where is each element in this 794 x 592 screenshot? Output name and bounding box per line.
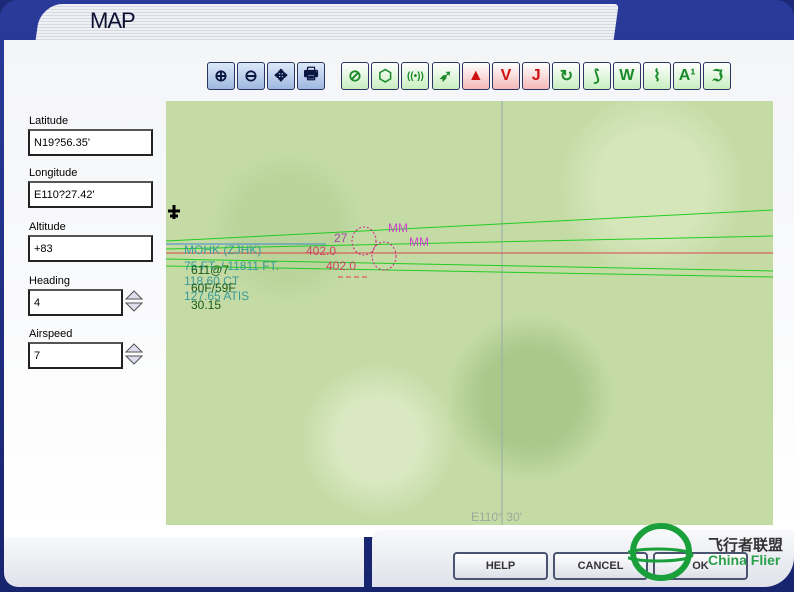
jet-airways-icon: J: [531, 67, 541, 84]
runway-label: 27: [334, 231, 348, 245]
print-button[interactable]: 🖶: [297, 62, 325, 90]
weather-icon: W: [619, 67, 635, 84]
weather-layer-button[interactable]: W: [612, 62, 641, 90]
bottom-left-panel: [4, 537, 364, 587]
route-icon: ⟆: [593, 68, 600, 85]
watermark-en: China Flier: [708, 552, 781, 568]
ils-frequency-1: 402.0: [306, 244, 337, 258]
middle-marker-2: MM: [409, 235, 429, 249]
heading-field[interactable]: 4: [28, 289, 123, 316]
window-title: MAP: [90, 8, 136, 33]
aircraft-icon: [168, 205, 180, 219]
airport-icon: ⊘: [348, 68, 362, 85]
help-button[interactable]: HELP: [453, 552, 548, 580]
holding-icon: ↻: [559, 68, 574, 85]
airport-layer-button[interactable]: ⊘: [341, 62, 369, 90]
obstacle-icon: ▲: [467, 67, 484, 84]
airport-name[interactable]: MOHK (ZJHK): [184, 243, 261, 257]
ndb-icon: ⬡: [378, 68, 393, 85]
approaches-icon: ℑ: [711, 68, 723, 85]
print-icon: 🖶: [303, 65, 319, 83]
center-icon: ✥: [274, 68, 288, 85]
airspeed-field[interactable]: 7: [28, 342, 123, 369]
watermark-logo: 飞行者联盟 China Flier: [628, 522, 794, 582]
flight-plan-icon: ➶: [438, 68, 453, 85]
zoom-out-icon: ⊖: [244, 68, 258, 85]
victor-airways-layer-button[interactable]: V: [492, 62, 520, 90]
vor-layer-button[interactable]: ((•)): [401, 62, 430, 90]
obstacle-layer-button[interactable]: ▲: [461, 62, 490, 90]
altitude-layer-button[interactable]: A¹: [673, 62, 702, 90]
map-overlay: [166, 101, 773, 525]
altitude-label: Altitude: [29, 221, 66, 233]
zoom-in-button[interactable]: ⊕: [207, 62, 235, 90]
zoom-out-button[interactable]: ⊖: [237, 62, 265, 90]
ils-frequency-2: 402.0: [326, 259, 357, 273]
route-layer-button[interactable]: ⟆: [582, 62, 611, 90]
heading-label: Heading: [29, 275, 70, 287]
meridian-label: E110° 30': [471, 510, 522, 524]
airspeed-label: Airspeed: [29, 328, 73, 340]
latitude-label: Latitude: [29, 115, 69, 127]
watermark-icon: [628, 523, 694, 581]
jet-airways-layer-button[interactable]: J: [522, 62, 551, 90]
altitude-icon: A¹: [678, 67, 696, 84]
vor-icon: ((•)): [406, 70, 424, 82]
ndb-layer-button[interactable]: ⬡: [371, 62, 400, 90]
terrain-icon: ⌇: [653, 68, 661, 85]
runway-line: [166, 209, 773, 242]
altimeter: 30.15: [191, 298, 222, 312]
terrain-layer-button[interactable]: ⌇: [643, 62, 671, 90]
middle-marker-1: MM: [388, 221, 408, 235]
holding-layer-button[interactable]: ↻: [552, 62, 581, 90]
altitude-field[interactable]: +83: [28, 235, 153, 262]
longitude-label: Longitude: [29, 167, 78, 179]
flight-plan-layer-button[interactable]: ➶: [431, 62, 460, 90]
heading-spinner-icon[interactable]: [125, 290, 143, 312]
map-view[interactable]: MOHK (ZJHK) 75 FT. / 11811 FT. 611@7 118…: [166, 101, 773, 525]
center-button[interactable]: ✥: [267, 62, 295, 90]
approaches-layer-button[interactable]: ℑ: [703, 62, 732, 90]
latitude-field[interactable]: N19?56.35': [28, 129, 153, 156]
longitude-field[interactable]: E110?27.42': [28, 181, 153, 208]
zoom-in-icon: ⊕: [214, 68, 228, 85]
victor-airways-icon: V: [500, 67, 512, 84]
airspeed-spinner-icon[interactable]: [125, 343, 143, 365]
